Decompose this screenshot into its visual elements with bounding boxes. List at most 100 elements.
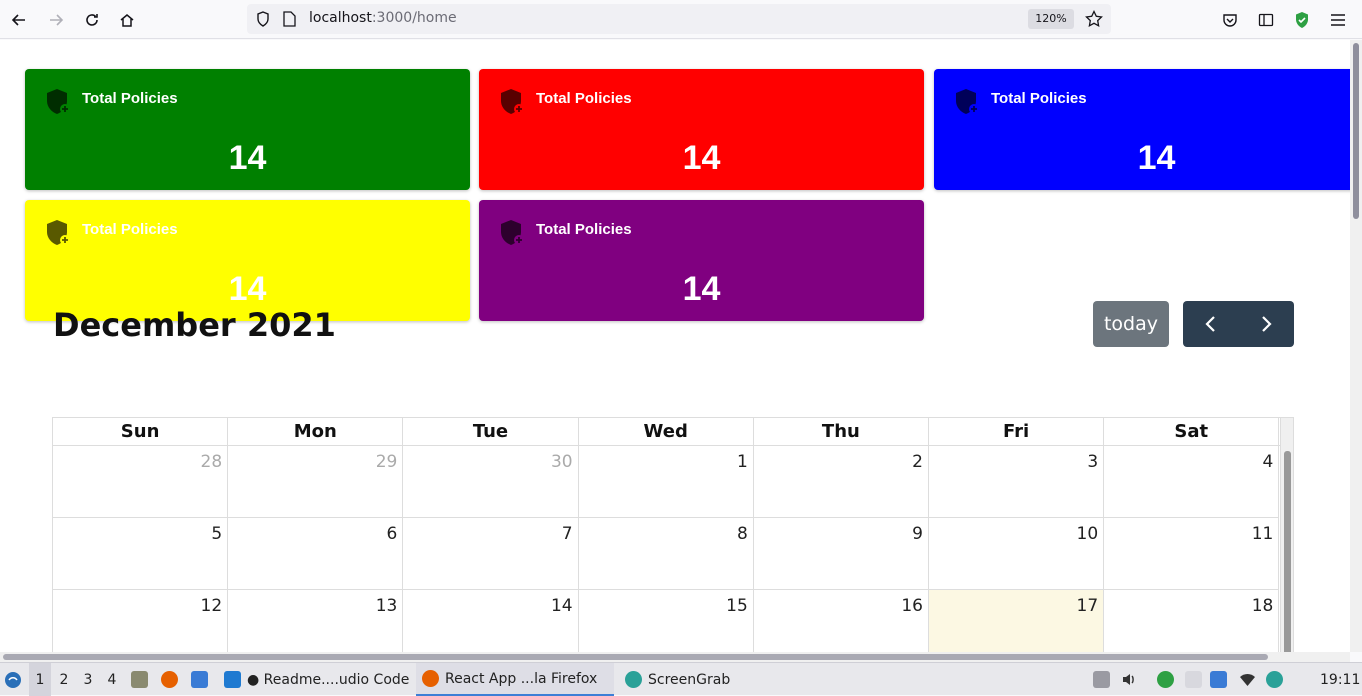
chevron-right-icon <box>1261 316 1272 332</box>
stat-card[interactable]: Total Policies 14 <box>25 69 470 190</box>
sidebar-icon[interactable] <box>1253 7 1279 33</box>
today-button[interactable]: today <box>1093 301 1169 347</box>
stat-card[interactable]: Total Policies 14 <box>479 69 924 190</box>
reload-icon[interactable] <box>79 7 105 33</box>
prev-month-button[interactable] <box>1183 301 1238 347</box>
notes-icon[interactable] <box>1185 671 1202 688</box>
address-bar[interactable]: localhost:3000/home 120% <box>247 4 1111 34</box>
screengrab-tray-icon[interactable] <box>1266 671 1283 688</box>
day-number[interactable]: 5 <box>211 524 222 544</box>
day-number[interactable]: 4 <box>1263 452 1274 472</box>
day-number[interactable]: 14 <box>551 596 573 616</box>
stat-card[interactable]: Total Policies 14 <box>479 200 924 321</box>
calendar-day-cell[interactable]: 6 <box>228 518 404 590</box>
day-number[interactable]: 6 <box>387 524 398 544</box>
day-number[interactable]: 2 <box>912 452 923 472</box>
calendar-day-cell[interactable]: 13 <box>228 590 404 652</box>
day-number[interactable]: 1 <box>737 452 748 472</box>
wifi-icon[interactable] <box>1239 671 1256 688</box>
card-title: Total Policies <box>82 221 178 238</box>
workspace-1[interactable]: 1 <box>29 663 51 696</box>
calendar-day-cell-today[interactable]: 17 <box>929 590 1105 652</box>
home-icon[interactable] <box>114 7 140 33</box>
day-number[interactable]: 10 <box>1077 524 1099 544</box>
menu-icon[interactable] <box>1325 7 1351 33</box>
calendar-day-cell[interactable]: 9 <box>753 518 929 590</box>
card-title: Total Policies <box>536 221 632 238</box>
calendar-day-cell[interactable]: 1 <box>578 446 754 518</box>
horizontal-scrollbar[interactable] <box>0 652 1350 662</box>
card-value: 14 <box>228 139 267 177</box>
pocket-icon[interactable] <box>1217 7 1243 33</box>
day-number[interactable]: 30 <box>551 452 573 472</box>
vpn-icon[interactable] <box>1157 671 1174 688</box>
calendar-day-cell[interactable]: 29 <box>228 446 404 518</box>
calendar-day-cell[interactable]: 8 <box>578 518 754 590</box>
workspace-4[interactable]: 4 <box>101 663 123 696</box>
calendar-title: December 2021 <box>53 306 336 344</box>
start-menu-icon[interactable] <box>2 663 24 696</box>
day-number[interactable]: 13 <box>376 596 398 616</box>
calendar-scroll-thumb[interactable] <box>1284 451 1291 652</box>
workspace-3[interactable]: 3 <box>77 663 99 696</box>
page-scrollbar[interactable] <box>1350 40 1362 652</box>
calendar-day-cell[interactable]: 10 <box>929 518 1105 590</box>
clipboard-tray-icon[interactable] <box>1093 671 1110 688</box>
url-text[interactable]: localhost:3000/home <box>309 10 457 26</box>
calendar-day-cell[interactable]: 12 <box>53 590 229 652</box>
calendar-day-cell[interactable]: 30 <box>403 446 579 518</box>
calendar-day-cell[interactable]: 3 <box>929 446 1105 518</box>
day-number[interactable]: 28 <box>201 452 223 472</box>
calendar-day-cell[interactable]: 5 <box>53 518 229 590</box>
next-month-button[interactable] <box>1238 301 1293 347</box>
day-number[interactable]: 17 <box>1077 596 1099 616</box>
task-firefox[interactable]: React App ...la Firefox <box>416 663 614 696</box>
calendar-day-cell[interactable]: 4 <box>1104 446 1280 518</box>
weekday-header: Thu <box>754 418 929 446</box>
zoom-indicator[interactable]: 120% <box>1028 9 1074 29</box>
calendar-day-cell[interactable]: 15 <box>579 590 754 652</box>
calendar-day-cell[interactable]: 16 <box>754 590 929 652</box>
day-number[interactable]: 15 <box>726 596 748 616</box>
page-icon[interactable] <box>283 11 296 31</box>
day-number[interactable]: 29 <box>376 452 398 472</box>
firefox-launcher-icon[interactable] <box>161 671 178 688</box>
file-manager-icon[interactable] <box>131 671 148 688</box>
back-icon[interactable] <box>6 7 32 33</box>
calendar-day-cell[interactable]: 28 <box>53 446 229 518</box>
forward-icon[interactable] <box>43 7 69 33</box>
notification-icon[interactable] <box>1210 671 1227 688</box>
day-number[interactable]: 8 <box>737 524 748 544</box>
calendar-day-cell[interactable]: 2 <box>753 446 929 518</box>
extension-shield-icon[interactable] <box>1289 7 1315 33</box>
calendar-scrollbar[interactable] <box>1280 418 1293 652</box>
calendar-day-cell[interactable]: 18 <box>1104 590 1280 652</box>
horizontal-scroll-thumb[interactable] <box>3 654 1268 660</box>
url-host: localhost <box>309 10 372 26</box>
weekday-header: Wed <box>579 418 754 446</box>
day-number[interactable]: 18 <box>1252 596 1274 616</box>
card-title: Total Policies <box>991 90 1087 107</box>
day-number[interactable]: 7 <box>562 524 573 544</box>
day-number[interactable]: 3 <box>1087 452 1098 472</box>
calendar-day-cell[interactable]: 7 <box>403 518 579 590</box>
stat-card[interactable]: Total Policies 14 <box>25 200 470 321</box>
day-number[interactable]: 12 <box>201 596 223 616</box>
desktop-icon[interactable] <box>191 671 208 688</box>
task-vscode[interactable]: ● Readme....udio Code <box>218 663 415 696</box>
card-value: 14 <box>682 139 721 177</box>
volume-icon[interactable] <box>1121 671 1138 688</box>
shield-icon[interactable] <box>256 11 270 31</box>
weekday-header: Sat <box>1104 418 1280 446</box>
day-number[interactable]: 9 <box>912 524 923 544</box>
task-screengrab[interactable]: ScreenGrab <box>619 663 736 696</box>
shield-plus-icon <box>45 219 71 247</box>
page-scroll-thumb[interactable] <box>1353 43 1359 219</box>
workspace-2[interactable]: 2 <box>53 663 75 696</box>
day-number[interactable]: 11 <box>1252 524 1274 544</box>
calendar-day-cell[interactable]: 11 <box>1104 518 1280 590</box>
day-number[interactable]: 16 <box>901 596 923 616</box>
stat-card[interactable]: Total Policies 14 <box>934 69 1350 190</box>
calendar-day-cell[interactable]: 14 <box>403 590 579 652</box>
bookmark-star-icon[interactable] <box>1085 9 1103 32</box>
